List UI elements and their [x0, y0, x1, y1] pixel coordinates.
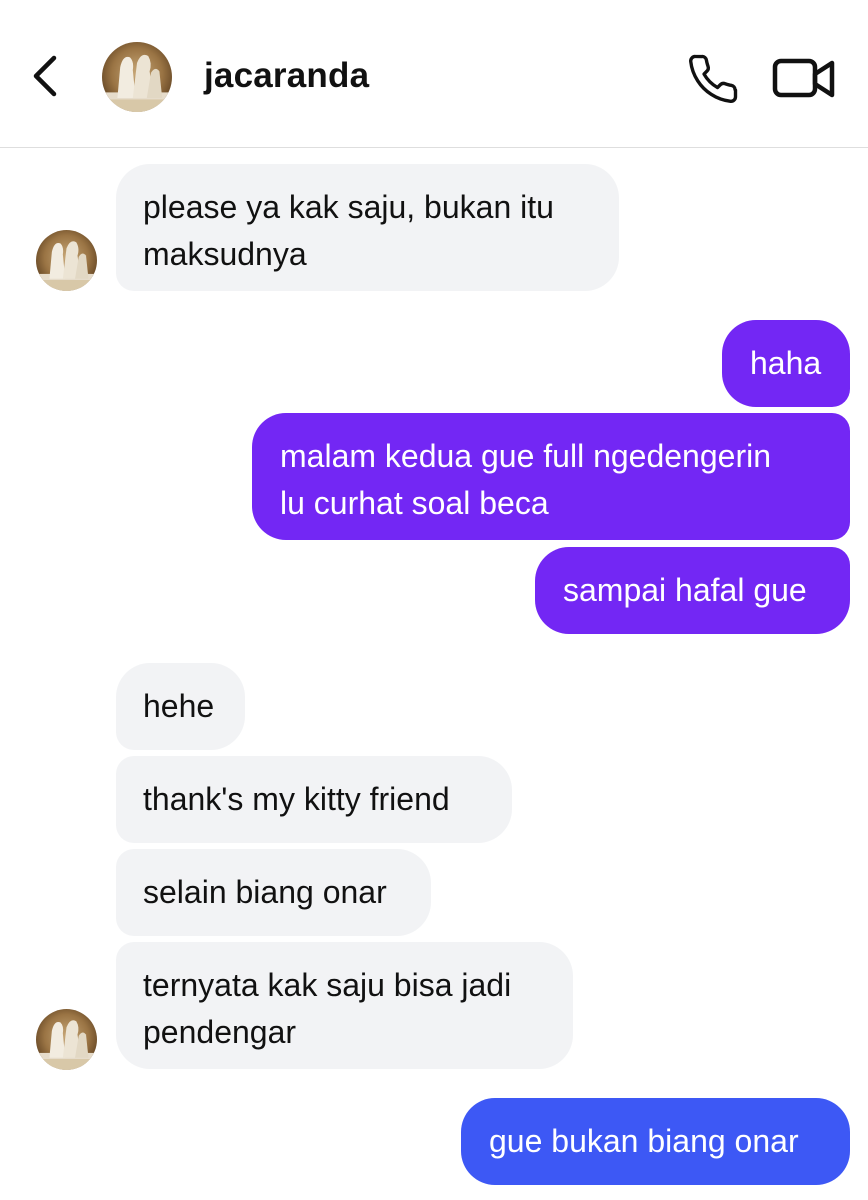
incoming-message[interactable]: please ya kak saju, bukan itu maksudnya: [116, 164, 619, 291]
message-text: sampai hafal gue: [563, 572, 807, 608]
message-text: hehe: [143, 688, 215, 724]
message-text: thank's my kitty friend: [143, 781, 450, 817]
video-call-button[interactable]: [772, 54, 836, 104]
outgoing-message[interactable]: haha: [722, 320, 850, 407]
back-button[interactable]: [26, 50, 66, 102]
contact-name[interactable]: jacaranda: [204, 56, 369, 96]
message-text: pendengar: [143, 1014, 297, 1050]
contact-avatar[interactable]: [102, 42, 172, 112]
message-text: malam kedua gue full ngedengerin: [280, 438, 771, 474]
avatar-image: [36, 230, 97, 291]
outgoing-message[interactable]: malam kedua gue full ngedengerin lu curh…: [252, 413, 850, 540]
message-text: ternyata kak saju bisa jadi: [143, 967, 512, 1003]
message-text: please ya kak saju, bukan itu: [143, 189, 554, 225]
incoming-message[interactable]: hehe: [116, 663, 245, 750]
sender-avatar[interactable]: [36, 230, 97, 291]
incoming-message[interactable]: ternyata kak saju bisa jadi pendengar: [116, 942, 573, 1069]
outgoing-message[interactable]: gue bukan biang onar: [461, 1098, 850, 1185]
message-text: maksudnya: [143, 236, 307, 272]
message-text: selain biang onar: [143, 874, 387, 910]
incoming-message[interactable]: thank's my kitty friend: [116, 756, 512, 843]
message-text: gue bukan biang onar: [489, 1123, 799, 1159]
outgoing-message[interactable]: sampai hafal gue: [535, 547, 850, 634]
avatar-image: [36, 1009, 97, 1070]
call-button[interactable]: [686, 52, 740, 106]
message-text: lu curhat soal beca: [280, 485, 549, 521]
incoming-message[interactable]: selain biang onar: [116, 849, 431, 936]
avatar-image: [102, 42, 172, 112]
message-text: haha: [750, 345, 822, 381]
sender-avatar[interactable]: [36, 1009, 97, 1070]
chat-header: jacaranda: [0, 0, 868, 148]
phone-icon: [689, 54, 738, 103]
chevron-left-icon: [33, 55, 57, 97]
video-camera-icon: [772, 58, 835, 98]
